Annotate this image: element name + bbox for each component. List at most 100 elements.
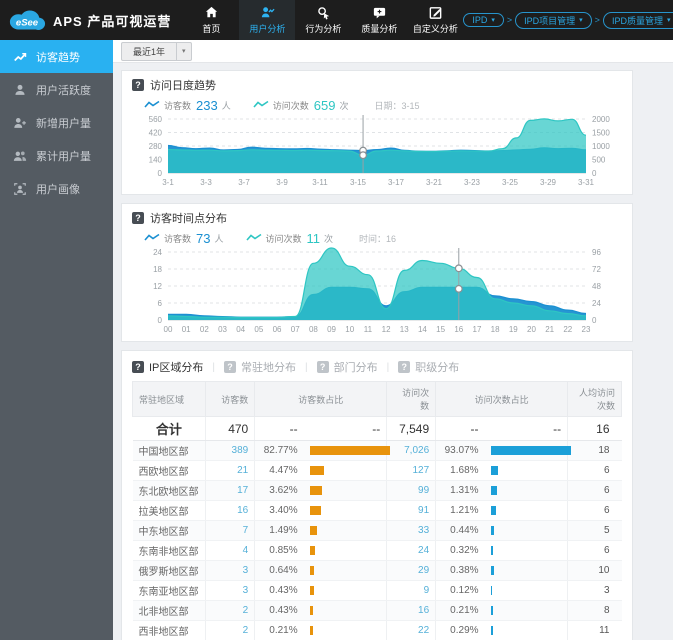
nav-item-3[interactable]: 行为分析: [295, 0, 351, 40]
visits-pct: 0.29%: [435, 620, 485, 640]
legend-unit: 次: [324, 233, 334, 244]
col-visitors-pct: 访客数占比: [254, 381, 388, 417]
visits-count-link[interactable]: 9: [424, 585, 430, 596]
visitors-count-link[interactable]: 17: [237, 485, 248, 496]
visitors-count-link[interactable]: 7: [243, 525, 249, 536]
nav-item-label: 质量分析: [361, 24, 398, 34]
sidebar-item-5[interactable]: 用户画像: [0, 172, 113, 205]
legend-item: 访客数 233 人: [144, 98, 231, 113]
visitors-pct-bar-cell: [303, 580, 387, 601]
visitors-count-link[interactable]: 16: [237, 505, 248, 516]
visits-count-link[interactable]: 22: [418, 625, 429, 636]
date-range-button[interactable]: 最近1年 ▾: [121, 41, 192, 61]
svg-text:3-17: 3-17: [388, 178, 405, 187]
visitors-count-link[interactable]: 21: [237, 465, 248, 476]
avg-visits: 6: [567, 480, 622, 501]
date-range-label[interactable]: 最近1年: [122, 43, 176, 60]
nav-item-1[interactable]: 首页: [183, 0, 239, 40]
breadcrumb-pill-3[interactable]: IPD质量管理▾✕: [602, 11, 673, 29]
visits-count-link[interactable]: 7,026: [404, 445, 429, 456]
help-icon[interactable]: ?: [132, 79, 144, 91]
breadcrumb-label: IPD项目管理: [524, 15, 576, 26]
svg-text:3-23: 3-23: [464, 178, 481, 187]
visits-count-link[interactable]: 24: [418, 545, 429, 556]
visitors-count: 2: [205, 620, 255, 640]
region-table: 常驻地区域 访客数 访客数占比 访问次数 访问次数占比 人均访问次数 合计 470 -- -- 7…: [131, 381, 622, 640]
tab-label: 常驻地分布: [241, 362, 297, 374]
svg-text:19: 19: [509, 325, 518, 334]
visits-pct: 0.21%: [435, 600, 485, 621]
visitors-count-link[interactable]: 3: [243, 585, 249, 596]
svg-text:16: 16: [454, 325, 463, 334]
visits-pct: 0.32%: [435, 540, 485, 561]
tab-4[interactable]: ? 职级分布: [398, 359, 459, 375]
tab-1[interactable]: ? IP区域分布: [132, 359, 203, 375]
svg-text:0: 0: [592, 169, 597, 178]
breadcrumb-label: IPD: [472, 15, 488, 25]
breadcrumb: IPD▾>IPD项目管理▾>IPD质量管理▾✕: [463, 11, 673, 29]
legend-unit: 人: [214, 233, 224, 244]
tab-3[interactable]: ? 部门分布: [316, 359, 378, 375]
svg-text:6: 6: [158, 299, 163, 308]
hourly-distribution-chart[interactable]: 0 06 2412 4818 7224 9600 01 02 03 04 05 06 07 08 09 10 1…: [132, 246, 622, 334]
chevron-down-icon[interactable]: ▾: [667, 16, 671, 24]
visits-count-link[interactable]: 127: [412, 465, 429, 476]
avg-visits: 11: [567, 620, 622, 640]
svg-text:3-29: 3-29: [540, 178, 557, 187]
visitors-pct-bar-cell: [303, 480, 387, 501]
svg-text:17: 17: [473, 325, 482, 334]
visitors-count: 21: [205, 460, 255, 481]
visitors-count-link[interactable]: 3: [243, 565, 249, 576]
nav-item-5[interactable]: 自定义分析: [407, 0, 463, 40]
people-icon: [13, 149, 27, 163]
svg-text:1500: 1500: [592, 129, 610, 138]
legend-unit: 人: [221, 100, 231, 111]
daily-trend-chart[interactable]: 0 0 140 500 280 1000 420 1500 560 2000 3-1 3-3 3-7 3-…: [132, 113, 622, 187]
visitors-pct: 0.43%: [254, 600, 304, 621]
visits-pct: 1.21%: [435, 500, 485, 521]
sidebar-item-3[interactable]: 新增用户量: [0, 106, 113, 139]
visitors-count: 3: [205, 560, 255, 581]
table-row: 拉美地区部 16 3.40% 91 1.21% 6: [132, 500, 622, 521]
visits-pct: 93.07%: [435, 440, 485, 461]
breadcrumb-pill-1[interactable]: IPD ▾: [463, 13, 504, 27]
visitors-pct-bar-cell: [303, 500, 387, 521]
filter-toolbar: 最近1年 ▾: [113, 40, 673, 63]
visitors-pct-bar: [309, 565, 314, 575]
visitors-pct-bar: [309, 585, 314, 595]
visits-pct-bar-cell: [484, 620, 568, 640]
svg-text:1000: 1000: [592, 142, 610, 151]
visits-count-link[interactable]: 99: [418, 485, 429, 496]
visits-count: 7,549: [386, 416, 436, 441]
visits-count-link[interactable]: 33: [418, 525, 429, 536]
visits-count-link[interactable]: 91: [418, 505, 429, 516]
visitors-pct: 0.64%: [254, 560, 304, 581]
chevron-down-icon[interactable]: ▾: [579, 16, 583, 24]
tab-2[interactable]: ? 常驻地分布: [224, 359, 296, 375]
sidebar-item-1[interactable]: 访客趋势: [0, 40, 113, 73]
hourly-distribution-title: 访客时间点分布: [150, 213, 227, 225]
visitors-count-link[interactable]: 4: [243, 545, 249, 556]
visitors-count-link[interactable]: 389: [232, 445, 249, 456]
nav-item-4[interactable]: 质量分析: [351, 0, 407, 40]
svg-text:18: 18: [491, 325, 500, 334]
visitors-pct-bar: [309, 605, 314, 615]
nav-item-2[interactable]: 用户分析: [239, 0, 296, 40]
help-icon[interactable]: ?: [132, 212, 144, 224]
visits-pct-bar-cell: [484, 500, 568, 521]
trend-icon: [13, 50, 27, 64]
visitors-count-link[interactable]: 2: [243, 625, 249, 636]
visitors-count-link[interactable]: 2: [243, 605, 249, 616]
chevron-down-icon[interactable]: ▾: [176, 42, 191, 60]
svg-text:3-7: 3-7: [238, 178, 250, 187]
avg-visits: 5: [567, 520, 622, 541]
sidebar-item-2[interactable]: 用户活跃度: [0, 73, 113, 106]
sidebar-item-4[interactable]: 累计用户量: [0, 139, 113, 172]
svg-text:420: 420: [149, 129, 163, 138]
visits-count-link[interactable]: 16: [418, 605, 429, 616]
breadcrumb-pill-2[interactable]: IPD项目管理 ▾: [515, 11, 592, 29]
chevron-down-icon[interactable]: ▾: [491, 16, 495, 24]
visits-count-link[interactable]: 29: [418, 565, 429, 576]
svg-text:09: 09: [327, 325, 336, 334]
legend-unit: 次: [339, 100, 349, 111]
